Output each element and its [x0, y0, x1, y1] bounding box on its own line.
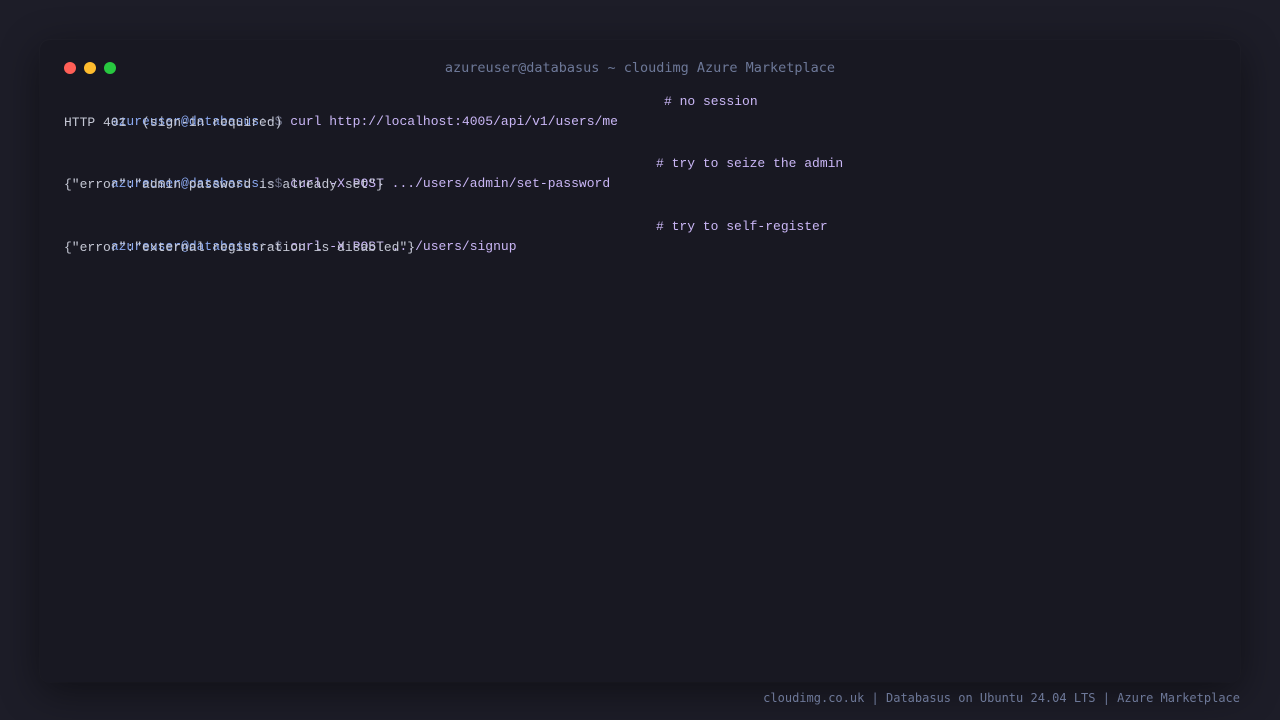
terminal-body[interactable]: azureuser@databasus:~$ curl http://local… — [64, 92, 1216, 662]
command-comment: # try to seize the admin — [656, 156, 844, 171]
title-bar: azureuser@databasus ~ cloudimg Azure Mar… — [40, 40, 1240, 96]
terminal-window: azureuser@databasus ~ cloudimg Azure Mar… — [40, 40, 1240, 682]
command-output: {"error":"admin password is already set"… — [64, 177, 384, 192]
window-title: azureuser@databasus ~ cloudimg Azure Mar… — [444, 60, 836, 76]
command-line: azureuser@databasus:~$ curl -X POST .../… — [64, 154, 843, 191]
footer-caption: cloudimg.co.uk | Databasus on Ubuntu 24.… — [763, 691, 1240, 705]
command-output: HTTP 401 (sign-in required) — [64, 115, 283, 130]
command-line: azureuser@databasus:~$ curl http://local… — [64, 92, 758, 129]
command-comment: # try to self-register — [656, 219, 828, 234]
command-output: {"error":"external registration is disab… — [64, 240, 416, 255]
command-line: azureuser@databasus:~$ curl -X POST .../… — [64, 217, 828, 254]
command-comment: # no session — [664, 94, 758, 109]
command-text: curl http://localhost:4005/api/v1/users/… — [290, 114, 618, 129]
